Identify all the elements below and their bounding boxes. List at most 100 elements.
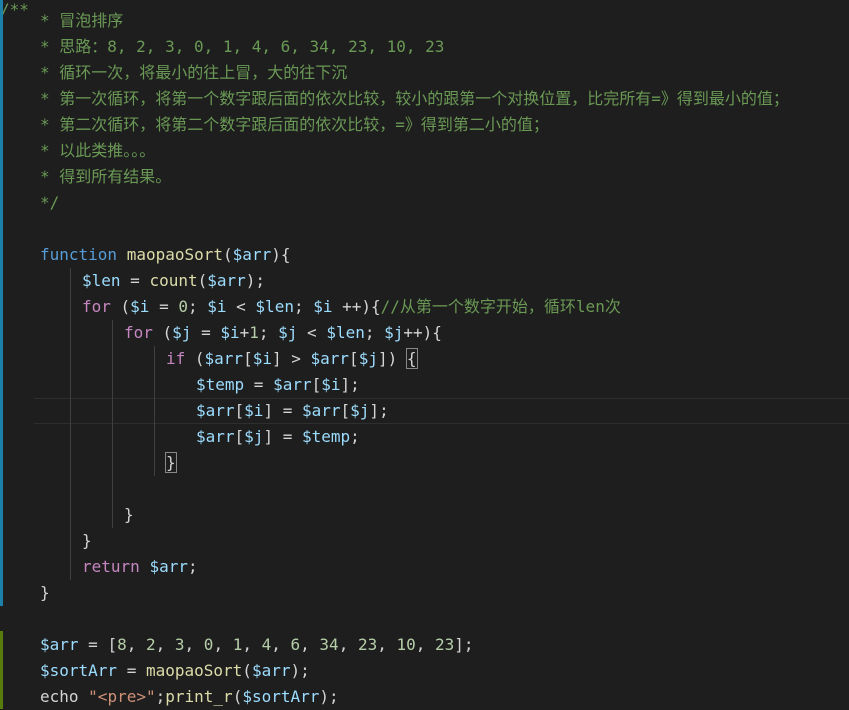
punctuation: }	[82, 531, 92, 550]
function-call: maopaoSort	[145, 661, 243, 680]
array-number: 3	[174, 635, 185, 654]
keyword-for: for	[82, 297, 111, 316]
code-line-comment[interactable]: * 循环一次，将最小的往上冒，大的往下沉	[40, 60, 849, 86]
punctuation: [	[243, 349, 253, 368]
punctuation: ;	[155, 687, 166, 706]
variable: $arr	[310, 349, 350, 368]
punctuation: (	[197, 271, 208, 290]
variable: $arr	[232, 245, 272, 264]
operator: =	[78, 635, 108, 654]
array-separator: ,	[377, 635, 397, 654]
code-line-comment[interactable]: * 冒泡排序	[40, 8, 849, 34]
operator: <	[297, 323, 327, 342]
matched-open-brace: {	[405, 348, 418, 369]
operator: >	[281, 349, 311, 368]
punctuation: ]	[263, 427, 274, 446]
array-separator: ,	[300, 635, 320, 654]
variable: $i	[252, 349, 272, 368]
variable: $len	[82, 271, 121, 290]
code-line-outer-for[interactable]: for ($i = 0; $i < $len; $i ++){//从第一个数字开…	[82, 294, 849, 320]
operator: +	[239, 323, 250, 342]
added-lines-marker	[0, 631, 3, 709]
code-line-return[interactable]: return $arr;	[82, 554, 849, 580]
indent-guide	[112, 320, 113, 528]
code-line-comment[interactable]: * 以此类推。。。	[40, 138, 849, 164]
array-separator: ,	[126, 635, 146, 654]
array-separator: ,	[184, 635, 204, 654]
array-number: 0	[203, 635, 214, 654]
code-line-inner-for[interactable]: for ($j = $i+1; $j < $len; $j++){	[124, 320, 849, 346]
punctuation: ;	[379, 401, 389, 420]
code-line-comment[interactable]: * 思路：8, 2, 3, 0, 1, 4, 6, 34, 23, 10, 23	[40, 34, 849, 60]
code-line-sort-call[interactable]: $sortArr = maopaoSort($arr);	[40, 658, 849, 684]
variable: $arr	[196, 427, 235, 446]
previous-line-fragment: /**	[0, 0, 29, 19]
keyword-return: return	[82, 557, 140, 576]
punctuation: [	[234, 427, 245, 446]
code-line-if-close[interactable]: }	[165, 450, 849, 476]
keyword-echo: echo	[40, 687, 79, 706]
array-separator: ,	[155, 635, 175, 654]
punctuation: ){	[271, 245, 291, 264]
code-line-function-close[interactable]: }	[40, 580, 849, 606]
variable: $j	[278, 323, 298, 342]
array-number: 23	[435, 635, 455, 654]
operator: =	[244, 375, 274, 394]
code-line-inner-for-close[interactable]: }	[124, 502, 849, 528]
punctuation: [	[107, 635, 118, 654]
punctuation: (	[242, 661, 252, 680]
code-line-swap-i[interactable]: $arr[$i] = $arr[$j];	[196, 398, 849, 424]
punctuation: ]	[263, 401, 274, 420]
code-line-temp-assign[interactable]: $temp = $arr[$i];	[196, 372, 849, 398]
function-call: count	[149, 271, 198, 290]
code-editor[interactable]: /** * 冒泡排序 * 思路：8, 2, 3, 0, 1, 4, 6, 34,…	[0, 0, 849, 709]
array-separator: ,	[415, 635, 436, 654]
array-separator: ,	[338, 635, 358, 654]
code-line-comment[interactable]: * 第二次循环，将第二个数字跟后面的依次比较，=》得到第二小的值；	[40, 112, 849, 138]
variable: $arr	[207, 271, 246, 290]
code-line-echo[interactable]: echo "<pre>";print_r($sortArr);	[40, 684, 849, 710]
code-line-outer-for-close[interactable]: }	[82, 528, 849, 554]
array-separator: ,	[271, 635, 291, 654]
punctuation: ;	[350, 427, 360, 446]
code-line-function-declaration[interactable]: function maopaoSort($arr){	[40, 242, 849, 268]
variable: $sortArr	[242, 687, 320, 706]
code-line-len[interactable]: $len = count($arr);	[82, 268, 849, 294]
variable: $i	[244, 401, 264, 420]
operator: ++	[403, 323, 423, 342]
array-number: 4	[261, 635, 272, 654]
operator: =	[120, 271, 150, 290]
variable: $sortArr	[40, 661, 118, 680]
operator: =	[149, 297, 179, 316]
code-line-array-init[interactable]: $arr = [8, 2, 3, 0, 1, 4, 6, 34, 23, 10,…	[40, 632, 849, 658]
punctuation: ;	[364, 323, 385, 342]
variable: $len	[326, 323, 365, 342]
punctuation: ;	[293, 297, 314, 316]
punctuation: (	[110, 297, 131, 316]
variable: $i	[207, 297, 227, 316]
array-number: 10	[396, 635, 416, 654]
variable: $arr	[251, 661, 291, 680]
code-line-comment[interactable]: * 第一次循环，将第一个数字跟后面的依次比较，较小的跟第一个对换位置，比完所有=…	[40, 86, 849, 112]
operator: =	[117, 661, 146, 680]
punctuation: ;	[187, 557, 198, 576]
punctuation: (	[185, 349, 205, 368]
punctuation: [	[311, 375, 322, 394]
punctuation: }	[124, 505, 134, 524]
variable: $i	[130, 297, 150, 316]
array-number: 8	[117, 635, 127, 654]
code-line-comment[interactable]: * 得到所有结果。	[40, 164, 849, 190]
code-line-comment[interactable]: */	[40, 190, 849, 216]
punctuation: );	[245, 271, 266, 290]
variable: $arr	[301, 401, 341, 420]
punctuation: ]	[369, 401, 380, 420]
variable: $i	[220, 323, 240, 342]
punctuation: ){	[422, 323, 442, 342]
inline-comment: //从第一个数字开始，循环len次	[380, 297, 621, 316]
code-line-if[interactable]: if ($arr[$i] > $arr[$j]) {	[166, 346, 849, 372]
operator: ++	[332, 297, 362, 316]
code-line-swap-j[interactable]: $arr[$j] = $temp;	[196, 424, 849, 450]
variable: $j	[172, 323, 192, 342]
